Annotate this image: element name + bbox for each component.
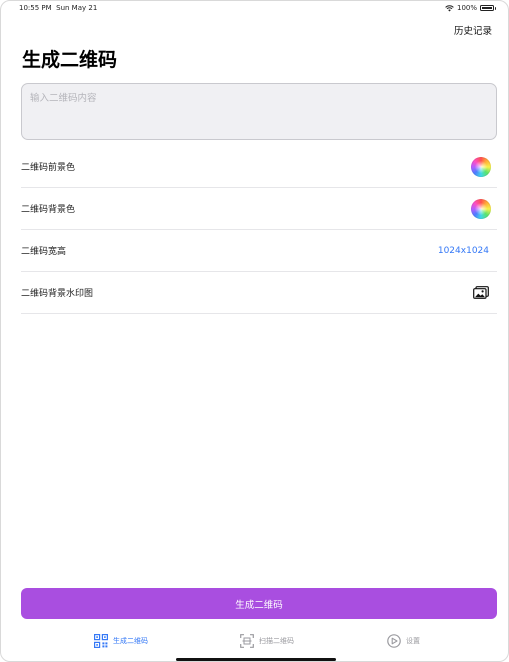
status-time-date: 10:55 PM Sun May 21 [19,4,97,12]
size-label: 二维码宽高 [21,247,67,257]
photo-icon[interactable] [473,286,489,299]
qrcode-icon [94,634,108,648]
wifi-icon [445,4,454,11]
status-date: Sun May 21 [56,4,98,12]
foreground-color-row[interactable]: 二维码前景色 [21,146,497,188]
tab-bar: 生成二维码 扫描二维码 设置 [1,634,508,656]
tab-generate-label: 生成二维码 [113,637,148,645]
history-button[interactable]: 历史记录 [454,23,492,37]
background-color-row[interactable]: 二维码背景色 [21,188,497,230]
tab-generate-qr[interactable]: 生成二维码 [94,634,148,648]
color-wheel-icon[interactable] [471,156,491,177]
tab-settings[interactable]: 设置 [387,634,420,648]
status-indicators: 100% [445,4,496,12]
size-value[interactable]: 1024x1024 [438,246,489,256]
status-time: 10:55 PM [19,4,52,12]
size-row[interactable]: 二维码宽高 1024x1024 [21,230,497,272]
page-title: 生成二维码 [22,49,118,71]
status-bar: 10:55 PM Sun May 21 100% [1,1,508,15]
watermark-row[interactable]: 二维码背景水印图 [21,272,497,314]
app-window: 10:55 PM Sun May 21 100% 历史记录 生成二维码 二维码前… [0,0,509,662]
settings-list: 二维码前景色 二维码背景色 二维码宽高 1024x1024 二维码背景水印图 [21,146,497,314]
tab-settings-label: 设置 [406,637,420,645]
color-wheel-icon[interactable] [471,198,491,219]
background-color-label: 二维码背景色 [21,205,76,215]
scan-icon [240,634,254,648]
generate-qr-button[interactable]: 生成二维码 [21,588,497,619]
watermark-label: 二维码背景水印图 [21,289,94,299]
tab-scan-label: 扫描二维码 [259,637,294,645]
battery-icon [480,5,496,11]
foreground-color-label: 二维码前景色 [21,163,76,173]
settings-icon [387,634,401,648]
tab-scan-qr[interactable]: 扫描二维码 [240,634,294,648]
battery-percent: 100% [456,4,477,12]
qr-content-input[interactable] [21,83,497,140]
home-indicator [176,658,336,661]
